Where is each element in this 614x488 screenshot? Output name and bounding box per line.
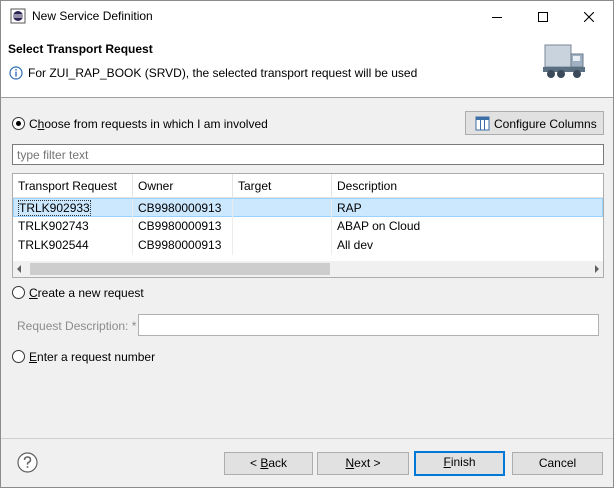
scroll-left-icon[interactable] xyxy=(16,265,22,273)
help-icon[interactable] xyxy=(17,452,38,473)
request-description-label: Request Description: * xyxy=(17,319,137,333)
cell-owner: CB9980000913 xyxy=(133,217,233,236)
scroll-right-icon[interactable] xyxy=(594,265,600,273)
title-bar: New Service Definition xyxy=(1,1,613,32)
choose-involved-label[interactable]: Choose from requests in which I am invol… xyxy=(29,117,268,131)
cell-request: TRLK902544 xyxy=(13,236,133,255)
cell-owner: CB9980000913 xyxy=(133,199,233,218)
transport-request-table: Transport Request Owner Target Descripti… xyxy=(12,173,604,278)
table-row[interactable]: TRLK902544 CB9980000913 All dev xyxy=(13,236,603,255)
configure-columns-button[interactable]: Configure Columns xyxy=(465,111,604,135)
header-message: For ZUI_RAP_BOOK (SRVD), the selected tr… xyxy=(28,66,418,80)
minimize-button[interactable] xyxy=(474,1,520,32)
choose-involved-radio[interactable] xyxy=(12,117,25,130)
table-header: Transport Request Owner Target Descripti… xyxy=(13,174,603,198)
minimize-icon xyxy=(492,16,502,18)
enter-number-label[interactable]: Enter a request number xyxy=(29,350,155,364)
create-new-radio[interactable] xyxy=(12,286,25,299)
close-button[interactable] xyxy=(566,1,612,32)
window-title: New Service Definition xyxy=(32,9,153,23)
finish-button-label: Finish xyxy=(443,455,476,469)
table-row[interactable]: TRLK902743 CB9980000913 ABAP on Cloud xyxy=(13,217,603,236)
cell-target xyxy=(233,217,332,236)
truck-icon xyxy=(543,44,585,78)
page-title: Select Transport Request xyxy=(8,42,153,56)
close-icon xyxy=(584,11,594,22)
request-description-input[interactable] xyxy=(138,314,599,336)
configure-columns-label: Configure Columns xyxy=(494,117,597,131)
info-icon xyxy=(9,66,23,80)
cell-request: TRLK902743 xyxy=(13,217,133,236)
column-header-transport-request[interactable]: Transport Request xyxy=(13,174,133,198)
dialog-window: New Service Definition Select Transport … xyxy=(0,0,614,488)
column-header-owner[interactable]: Owner xyxy=(133,174,233,198)
next-button[interactable]: Next > xyxy=(317,452,409,475)
create-new-label[interactable]: Create a new request xyxy=(29,286,144,300)
back-button-label: < Back xyxy=(249,456,288,470)
next-button-label: Next > xyxy=(345,456,381,470)
cell-request: TRLK902933 xyxy=(14,199,133,218)
filter-input[interactable] xyxy=(12,144,604,165)
cell-description: RAP xyxy=(337,201,362,215)
maximize-button[interactable] xyxy=(520,1,566,32)
table-row[interactable]: TRLK902933 CB9980000913 RAP xyxy=(13,198,603,218)
horizontal-scrollbar[interactable] xyxy=(13,261,603,277)
wizard-header: Select Transport Request For ZUI_RAP_BOO… xyxy=(1,32,613,98)
columns-icon xyxy=(475,116,490,131)
cell-target xyxy=(233,199,332,218)
column-header-target[interactable]: Target xyxy=(233,174,332,198)
enter-number-radio[interactable] xyxy=(12,350,25,363)
enter-number-label-text: nter a request number xyxy=(37,350,156,364)
cell-owner: CB9980000913 xyxy=(133,236,233,255)
choose-involved-label-text: oose from requests in which I am involve… xyxy=(44,117,268,131)
create-new-label-text: reate a new request xyxy=(37,286,144,300)
back-button[interactable]: < Back xyxy=(224,452,313,475)
footer-separator xyxy=(1,438,613,439)
cell-description: ABAP on Cloud xyxy=(337,219,421,233)
cell-target xyxy=(233,236,332,255)
scrollbar-thumb[interactable] xyxy=(30,263,330,275)
column-header-description[interactable]: Description xyxy=(332,174,603,198)
finish-button[interactable]: Finish xyxy=(414,451,505,476)
cancel-button[interactable]: Cancel xyxy=(512,452,603,475)
cell-description: All dev xyxy=(337,238,374,252)
maximize-icon xyxy=(538,11,548,22)
eclipse-app-icon xyxy=(10,8,26,24)
